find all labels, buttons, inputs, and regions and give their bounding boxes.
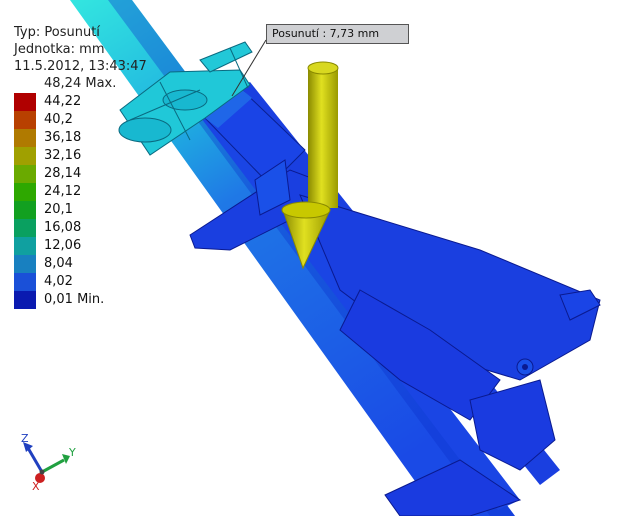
legend-swatch xyxy=(14,237,36,255)
legend-swatch xyxy=(14,147,36,165)
legend-swatch xyxy=(14,93,36,111)
legend-row: 44,22 xyxy=(14,93,154,111)
legend-row: 28,14 xyxy=(14,165,154,183)
legend-swatch xyxy=(14,273,36,291)
axis-triad[interactable]: Z Y X xyxy=(14,430,84,500)
legend-row: 40,2 xyxy=(14,111,154,129)
legend-row: 36,18 xyxy=(14,129,154,147)
legend-swatch xyxy=(14,219,36,237)
result-legend: Typ: Posunutí Jednotka: mm 11.5.2012, 13… xyxy=(14,24,154,309)
legend-unit: Jednotka: mm xyxy=(14,42,105,57)
legend-row: 8,04 xyxy=(14,255,154,273)
axis-z-label: Z xyxy=(21,432,29,445)
legend-row: 4,02 xyxy=(14,273,154,291)
legend-value: 8,04 xyxy=(44,256,73,271)
axis-y-label: Y xyxy=(69,446,76,459)
legend-row: 20,1 xyxy=(14,201,154,219)
legend-value: 28,14 xyxy=(44,166,82,181)
legend-swatch xyxy=(14,129,36,147)
legend-value: 36,18 xyxy=(44,130,82,145)
legend-value: 24,12 xyxy=(44,184,82,199)
legend-swatch xyxy=(14,111,36,129)
legend-value: 40,2 xyxy=(44,112,73,127)
model-viewport[interactable]: Posunutí : 7,73 mm Typ: Posunutí Jednotk… xyxy=(0,0,620,516)
legend-row: 0,01 Min. xyxy=(14,291,154,309)
legend-value: 20,1 xyxy=(44,202,73,217)
displacement-probe-label[interactable]: Posunutí : 7,73 mm xyxy=(266,24,409,44)
legend-date: 11.5.2012, 13:43:47 xyxy=(14,59,147,74)
legend-value: 16,08 xyxy=(44,220,82,235)
legend-swatch xyxy=(14,291,36,309)
legend-value: 44,22 xyxy=(44,94,82,109)
legend-max: 48,24 Max. xyxy=(44,76,117,91)
axis-x-label: X xyxy=(32,480,40,493)
legend-value: 32,16 xyxy=(44,148,82,163)
legend-swatch xyxy=(14,165,36,183)
legend-value: 0,01 Min. xyxy=(44,292,105,307)
legend-row: 24,12 xyxy=(14,183,154,201)
legend-row: 16,08 xyxy=(14,219,154,237)
legend-value: 12,06 xyxy=(44,238,82,253)
legend-type: Typ: Posunutí xyxy=(14,25,100,40)
legend-row: 12,06 xyxy=(14,237,154,255)
legend-row: 32,16 xyxy=(14,147,154,165)
legend-swatch xyxy=(14,255,36,273)
legend-scale: 44,22 40,2 36,18 32,16 28,14 24,12 20,1 16,08 12… xyxy=(14,93,154,309)
legend-value: 4,02 xyxy=(44,274,73,289)
legend-swatch xyxy=(14,201,36,219)
legend-swatch xyxy=(14,183,36,201)
